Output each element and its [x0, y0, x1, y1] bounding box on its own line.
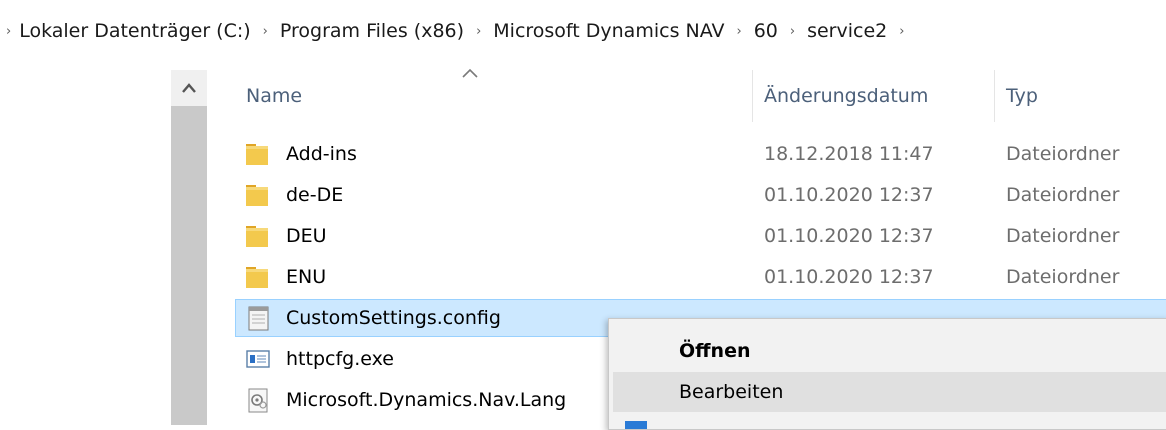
file-name: DEU	[286, 225, 327, 247]
chevron-right-icon[interactable]: ›	[899, 24, 904, 39]
context-menu: Öffnen Bearbeiten	[608, 318, 1166, 430]
folder-icon	[246, 185, 268, 206]
column-divider[interactable]	[752, 70, 753, 122]
column-header-name-label: Name	[246, 85, 303, 107]
breadcrumb-segment-program-files[interactable]: Program Files (x86)	[280, 20, 464, 42]
exe-file-icon	[246, 350, 270, 368]
folder-icon	[246, 226, 268, 247]
menu-item-icon	[625, 421, 647, 429]
chevron-right-icon[interactable]: ›	[476, 24, 481, 39]
file-type: Dateiordner	[1006, 184, 1120, 206]
file-name: httpcfg.exe	[286, 348, 394, 370]
file-name: de-DE	[286, 184, 344, 206]
column-header-date[interactable]: Änderungsdatum	[764, 70, 994, 122]
chevron-up-icon	[182, 83, 196, 93]
chevron-right-icon[interactable]: ›	[790, 24, 795, 39]
file-row-add-ins[interactable]: Add-ins 18.12.2018 11:47 Dateiordner	[236, 136, 1166, 172]
file-row-de-de[interactable]: de-DE 01.10.2020 12:37 Dateiordner	[236, 177, 1166, 213]
file-date: 01.10.2020 12:37	[764, 184, 934, 206]
context-menu-edit[interactable]: Bearbeiten	[613, 372, 1166, 412]
chevron-right-icon[interactable]: ›	[263, 24, 268, 39]
breadcrumb-segment-drive[interactable]: Lokaler Datenträger (C:)	[19, 20, 250, 42]
file-name: Add-ins	[286, 143, 357, 165]
column-header: Name Änderungsdatum Typ	[236, 68, 1166, 122]
dll-file-icon	[248, 388, 268, 413]
folder-icon	[246, 267, 268, 288]
column-header-name[interactable]: Name	[246, 68, 752, 122]
vertical-scrollbar[interactable]	[171, 70, 207, 425]
column-divider[interactable]	[994, 70, 995, 122]
file-date: 01.10.2020 12:37	[764, 266, 934, 288]
file-type: Dateiordner	[1006, 225, 1120, 247]
sort-ascending-icon	[462, 68, 478, 78]
scroll-up-button[interactable]	[171, 70, 207, 106]
breadcrumb-segment-service2[interactable]: service2	[807, 20, 887, 42]
column-header-type-label: Typ	[1006, 85, 1038, 107]
context-menu-open[interactable]: Öffnen	[613, 331, 1166, 371]
chevron-right-icon[interactable]: ›	[737, 24, 742, 39]
file-name: CustomSettings.config	[286, 307, 501, 329]
file-type: Dateiordner	[1006, 143, 1120, 165]
file-row-enu[interactable]: ENU 01.10.2020 12:37 Dateiordner	[236, 259, 1166, 295]
chevron-right-icon[interactable]: ›	[6, 24, 11, 39]
breadcrumb: › Lokaler Datenträger (C:) › Program Fil…	[0, 0, 1166, 62]
file-row-deu[interactable]: DEU 01.10.2020 12:37 Dateiordner	[236, 218, 1166, 254]
file-type: Dateiordner	[1006, 266, 1120, 288]
breadcrumb-segment-60[interactable]: 60	[754, 20, 778, 42]
file-name: Microsoft.Dynamics.Nav.Lang	[286, 389, 567, 411]
file-date: 01.10.2020 12:37	[764, 225, 934, 247]
breadcrumb-segment-dynamics-nav[interactable]: Microsoft Dynamics NAV	[493, 20, 724, 42]
folder-icon	[246, 144, 268, 165]
config-file-icon	[248, 306, 269, 331]
column-header-date-label: Änderungsdatum	[764, 85, 929, 107]
file-date: 18.12.2018 11:47	[764, 143, 934, 165]
file-name: ENU	[286, 266, 327, 288]
column-header-type[interactable]: Typ	[1006, 70, 1166, 122]
